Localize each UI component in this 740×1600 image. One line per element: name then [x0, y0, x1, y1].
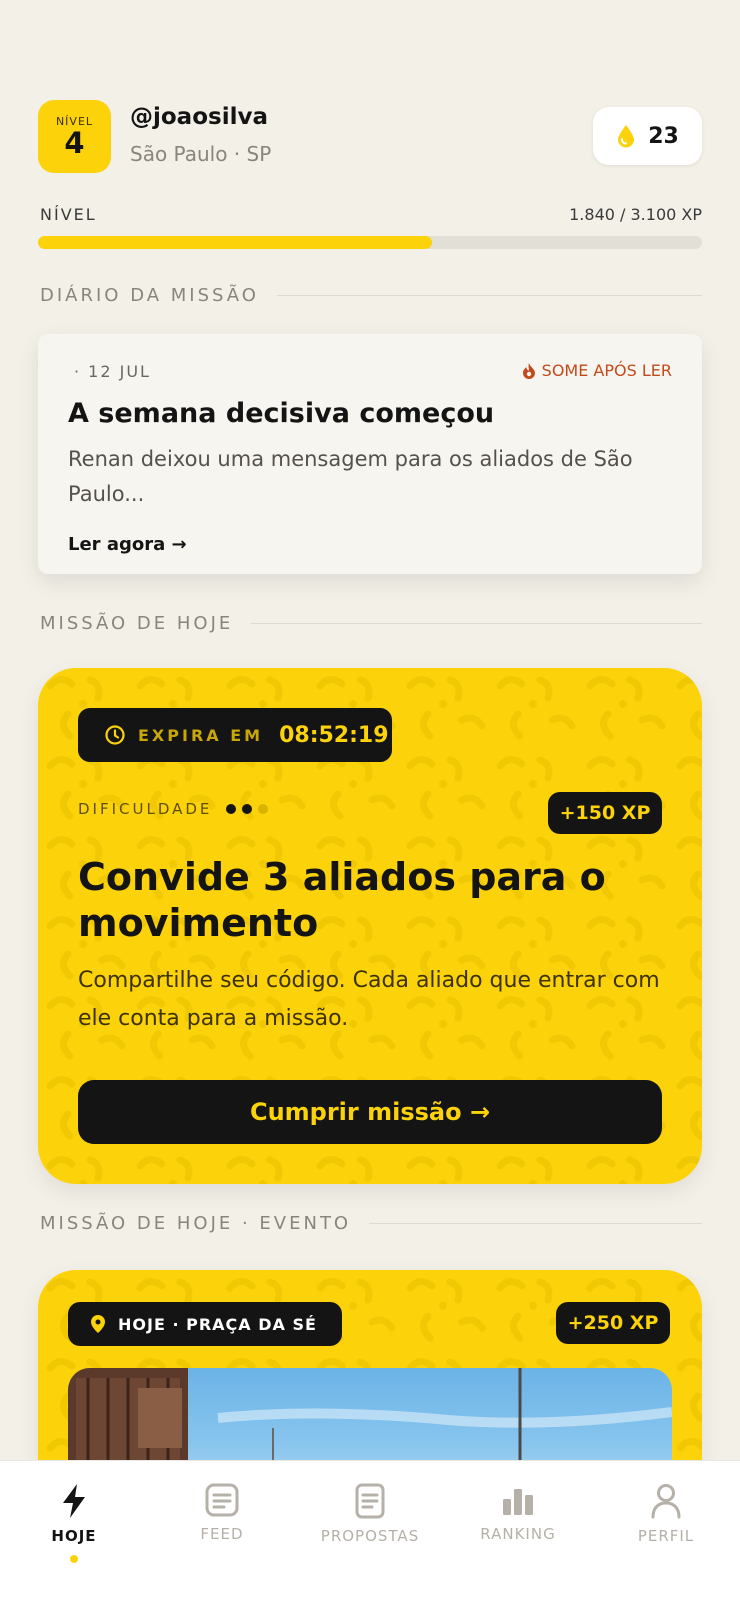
- section-mission-title: MISSÃO DE HOJE: [40, 613, 234, 634]
- bar-chart-icon: [503, 1489, 533, 1515]
- difficulty-dots: [226, 804, 269, 814]
- diary-card[interactable]: · 12 JUL SOME APÓS LER A semana decisiva…: [38, 334, 702, 574]
- nav-label-ranking: RANKING: [480, 1525, 556, 1543]
- lightning-icon: [63, 1484, 85, 1518]
- event-location-pill: HOJE · PRAÇA DA SÉ: [68, 1302, 342, 1346]
- nav-label-perfil: PERFIL: [637, 1527, 695, 1545]
- nav-item-perfil[interactable]: PERFIL: [592, 1461, 740, 1600]
- level-progress-xp: 1.840 / 3.100 XP: [569, 205, 702, 224]
- mission-description: Compartilhe seu código. Cada aliado que …: [78, 968, 660, 1031]
- nav-label-hoje: HOJE: [51, 1527, 97, 1545]
- drop-icon: [618, 125, 635, 148]
- event-xp-badge: +250 XP: [556, 1302, 670, 1344]
- level-number: 4: [64, 126, 85, 160]
- difficulty-dot: [242, 804, 253, 814]
- nav-item-propostas[interactable]: PROPOSTAS: [296, 1461, 444, 1600]
- mission-card[interactable]: EXPIRA EM 08:52:19 DIFICULDADE +150 XP C…: [38, 668, 702, 1184]
- username[interactable]: @joaosilva: [130, 104, 268, 130]
- section-mission-header: MISSÃO DE HOJE: [40, 613, 702, 634]
- level-badge: NÍVEL 4: [38, 100, 111, 173]
- divider: [369, 1223, 702, 1224]
- diary-tag-label: SOME APÓS LER: [541, 361, 672, 380]
- nav-item-hoje[interactable]: HOJE: [0, 1461, 148, 1600]
- difficulty-dot: [226, 804, 237, 814]
- expiration-timer: EXPIRA EM 08:52:19: [78, 708, 392, 762]
- feed-icon: [205, 1483, 239, 1517]
- section-event-header: MISSÃO DE HOJE · EVENTO: [40, 1213, 702, 1234]
- nav-item-feed[interactable]: FEED: [148, 1461, 296, 1600]
- diary-title: A semana decisiva começou: [68, 398, 495, 429]
- divider: [251, 623, 702, 624]
- event-xp-value: +250 XP: [567, 1312, 659, 1334]
- expiration-time: 08:52:19: [279, 722, 389, 748]
- clock-icon: [105, 725, 125, 745]
- diary-read-link[interactable]: Ler agora →: [68, 534, 187, 555]
- section-diary-header: DIÁRIO DA MISSÃO: [40, 285, 702, 306]
- flame-icon: [522, 363, 535, 379]
- bottom-navigation: HOJE FEED PROPOSTAS RANKING PERFIL: [0, 1460, 740, 1600]
- user-location: São Paulo · SP: [130, 142, 272, 166]
- mission-xp-badge: +150 XP: [548, 792, 662, 834]
- section-event-title: MISSÃO DE HOJE · EVENTO: [40, 1213, 352, 1234]
- level-progress-title: NÍVEL: [40, 205, 97, 224]
- coins-value: 23: [648, 123, 679, 149]
- difficulty-indicator: DIFICULDADE: [78, 800, 269, 818]
- active-indicator-dot: [70, 1555, 78, 1563]
- diary-ephemeral-tag: SOME APÓS LER: [522, 361, 672, 380]
- difficulty-dot: [258, 804, 269, 814]
- expiration-label: EXPIRA EM: [138, 725, 264, 745]
- mission-title: Convide 3 aliados para o movimento: [78, 855, 606, 945]
- coins-counter[interactable]: 23: [593, 107, 702, 165]
- section-diary-title: DIÁRIO DA MISSÃO: [40, 285, 259, 306]
- nav-label-propostas: PROPOSTAS: [320, 1527, 420, 1545]
- nav-item-ranking[interactable]: RANKING: [444, 1461, 592, 1600]
- person-icon: [651, 1484, 681, 1519]
- divider: [276, 295, 702, 296]
- complete-mission-button[interactable]: Cumprir missão →: [78, 1080, 662, 1144]
- diary-date: · 12 JUL: [74, 362, 151, 381]
- level-progress-fill: [38, 236, 433, 249]
- nav-label-feed: FEED: [200, 1525, 244, 1543]
- difficulty-label: DIFICULDADE: [78, 800, 213, 818]
- level-progress-bar: [38, 236, 702, 249]
- location-pin-icon: [91, 1315, 105, 1333]
- event-location-label: HOJE · PRAÇA DA SÉ: [118, 1314, 317, 1334]
- diary-body: Renan deixou uma mensagem para os aliado…: [68, 447, 633, 506]
- document-icon: [355, 1483, 385, 1519]
- mission-xp-value: +150 XP: [559, 802, 651, 824]
